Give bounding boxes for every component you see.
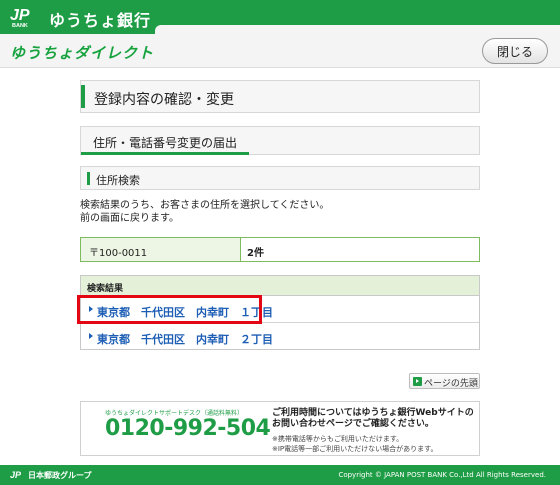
selection-highlight	[77, 295, 262, 324]
svg-text:JP: JP	[10, 7, 30, 24]
support-note: ※IP電話等一部ご利用いただけない場合があります。	[272, 445, 438, 453]
service-logo: ゆうちょダイレクト	[10, 44, 155, 62]
footer: JP 日本郵政グループ Copyright © JAPAN POST BANK …	[0, 465, 560, 485]
zip-search-summary: 〒100-0011 2件	[80, 237, 480, 262]
top-header: JP BANK ゆうちょ銀行	[0, 0, 560, 35]
page-title-text: 登録内容の確認・変更	[94, 92, 234, 108]
arrow-right-icon	[89, 333, 93, 339]
result-item[interactable]: 東京都 千代田区 内幸町 ２丁目	[81, 324, 479, 350]
instruction-text: 検索結果のうち、お客さまの住所を選択してください。 前の画面に戻ります。	[80, 200, 330, 224]
close-button[interactable]: 閉じる	[482, 38, 548, 64]
page-top-icon	[413, 377, 422, 386]
svg-text:JP: JP	[10, 470, 22, 479]
result-count: 2件	[247, 248, 264, 259]
support-message: ご利用時間についてはゆうちょ銀行Webサイトの お問い合わせページでご確認くださ…	[272, 408, 474, 429]
group-label: JP 日本郵政グループ	[10, 470, 92, 480]
support-banner: ゆうちょダイレクトサポートデスク（通話料無料） 0120-992-504 ご利用…	[80, 401, 480, 456]
subsection-title-text: 住所検索	[96, 174, 140, 187]
zip-code: 〒100-0011	[81, 238, 241, 261]
page-top-label: ページの先頭	[424, 379, 478, 389]
section-title: 住所・電話番号変更の届出	[80, 126, 480, 155]
subsection-title: 住所検索	[80, 166, 480, 190]
support-note: ※携帯電話等からもご利用いただけます。	[272, 435, 404, 443]
bank-name: ゆうちょ銀行	[49, 11, 152, 30]
address-link[interactable]: 東京都 千代田区 内幸町 ２丁目	[97, 331, 273, 347]
section-title-text: 住所・電話番号変更の届出	[93, 136, 238, 150]
jp-bank-logo-icon: JP BANK	[10, 7, 30, 29]
copyright: Copyright © JAPAN POST BANK Co.,Ltd All …	[338, 471, 546, 479]
jp-group-logo-icon: JP	[10, 470, 22, 479]
results-header: 検索結果	[81, 276, 479, 296]
sub-header: ゆうちょダイレクト	[0, 34, 560, 66]
svg-text:BANK: BANK	[12, 23, 28, 29]
page-title: 登録内容の確認・変更	[80, 80, 480, 113]
support-phone: 0120-992-504	[105, 416, 271, 441]
page-top-button[interactable]: ページの先頭	[409, 373, 480, 389]
